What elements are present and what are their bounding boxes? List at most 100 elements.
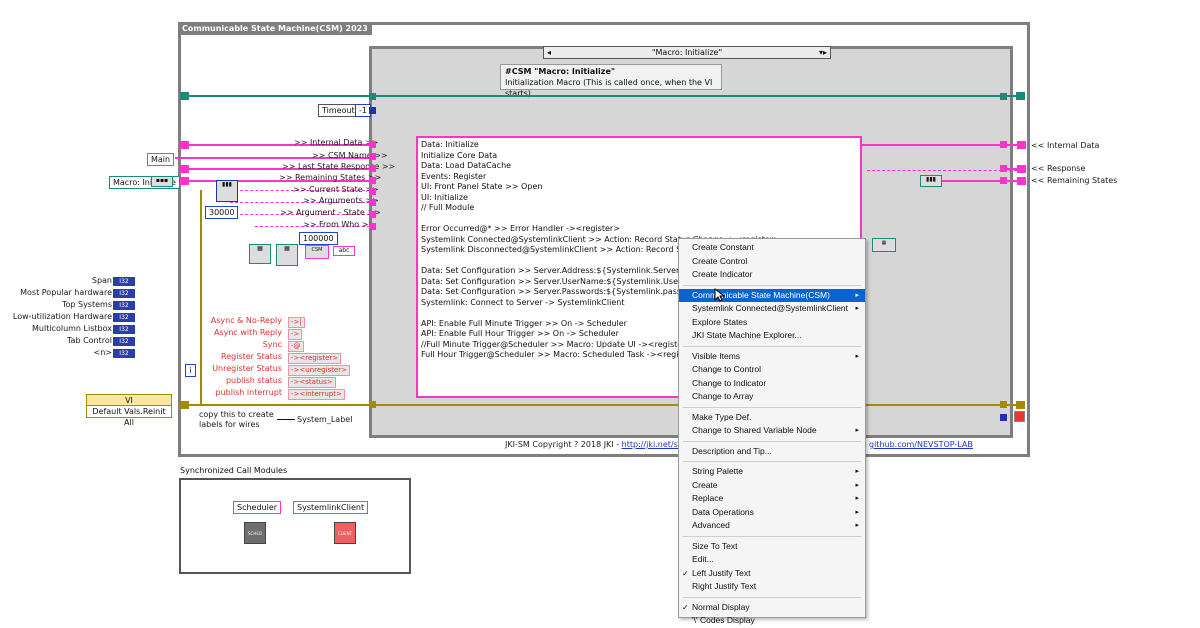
enum-terminal[interactable]: I32 <box>113 325 135 334</box>
msg-type-constant[interactable]: -><status> <box>288 377 336 388</box>
menu-jki-explorer[interactable]: JKI State Machine Explorer... <box>679 329 865 343</box>
menu-item-label: Advanced <box>692 520 730 530</box>
wire-note: copy this to create labels for wires <box>199 410 274 429</box>
msg-type-constant[interactable]: -><unregister> <box>288 365 350 376</box>
csm-node[interactable]: ▦ <box>872 238 896 252</box>
build-message-node[interactable]: ▪▪▪ <box>151 176 173 187</box>
msg-type-label: Unregister Status <box>212 364 282 373</box>
tunnel <box>369 93 376 100</box>
menu-make-type-def[interactable]: Make Type Def. <box>679 411 865 425</box>
msg-type-constant[interactable]: -@ <box>288 341 304 352</box>
menu-replace[interactable]: Replace ▸ <box>679 492 865 506</box>
menu-item-label: Make Type Def. <box>692 411 752 422</box>
menu-item-label: '\' Codes Display <box>692 615 755 625</box>
tunnel <box>1000 401 1007 408</box>
shift-register-right[interactable] <box>1017 165 1026 173</box>
menu-string-palette[interactable]: String Palette ▸ <box>679 465 865 479</box>
shift-register-right[interactable] <box>1016 92 1025 100</box>
enum-item: Top Systems <box>61 300 112 309</box>
constant-30000[interactable]: 30000 <box>205 206 239 219</box>
menu-visible-items[interactable]: Visible Items ▸ <box>679 350 865 364</box>
menu-item-label: Size To Text <box>692 540 738 551</box>
menu-create-control[interactable]: Create Control <box>679 255 865 269</box>
case-selector[interactable]: ◂ "Macro: Initialize" ▾▸ <box>543 46 831 59</box>
menu-change-to-control[interactable]: Change to Control <box>679 363 865 377</box>
menu-separator <box>683 596 861 598</box>
enum-item: Low-utilization Hardware <box>12 312 112 321</box>
menu-systemlink-connected[interactable]: Systemlink Connected@SystemlinkClient ▸ <box>679 302 865 316</box>
menu-item-label: Visible Items <box>692 350 741 361</box>
tunnel <box>369 401 376 408</box>
msg-type-constant[interactable]: -> <box>288 329 303 340</box>
menu-item-label: Left Justify Text <box>692 567 751 578</box>
scheduler-vi-icon[interactable]: SCHED <box>244 522 266 544</box>
unbundle-argument-state: >> Argument - State >> <box>280 208 381 217</box>
bundle-node[interactable]: ▮▮▮ <box>920 175 942 187</box>
tunnel <box>1000 177 1007 184</box>
unbundle-node[interactable]: ▮▮▮ <box>216 180 238 202</box>
decrement-arrow-icon[interactable]: ◂ <box>547 47 551 58</box>
menu-csm[interactable]: Communicable State Machine(CSM) ▸ <box>679 288 865 302</box>
vi-reinit-node[interactable]: VI Default Vals.Reinit All <box>86 394 172 427</box>
csm-node[interactable]: CSM <box>305 245 329 259</box>
copyright-line: JKI-SM Copyright ? 2018 JKI - http://jki… <box>505 440 686 450</box>
case-selector-label: "Macro: Initialize" <box>651 48 723 57</box>
cluster-wire <box>181 95 1021 97</box>
shift-register-right[interactable] <box>1017 177 1026 185</box>
menu-change-to-indicator[interactable]: Change to Indicator <box>679 377 865 391</box>
menu-item-label: Change to Indicator <box>692 377 767 388</box>
menu-left-justify[interactable]: ✓ Left Justify Text <box>679 567 865 581</box>
menu-item-label: Explore States <box>692 316 748 327</box>
submenu-arrow-icon: ▸ <box>855 495 859 502</box>
enum-item-list: Span Most Popular hardware Top Systems L… <box>0 276 112 360</box>
unbundle-remaining-states: >> Remaining States >> <box>279 173 382 182</box>
enum-terminal[interactable]: I32 <box>113 337 135 346</box>
msg-type-constant[interactable]: -><register> <box>288 353 342 364</box>
menu-explore-states[interactable]: Explore States <box>679 316 865 330</box>
menu-create-indicator[interactable]: Create Indicator <box>679 268 865 282</box>
stop-terminal-icon[interactable] <box>1014 411 1025 422</box>
enum-terminal[interactable]: I32 <box>113 277 135 286</box>
msg-type-label: publish status <box>225 376 282 385</box>
jki-link[interactable]: http://jki.net/sta <box>622 440 686 449</box>
menu-description-tip[interactable]: Description and Tip... <box>679 445 865 459</box>
menu-edit[interactable]: Edit... <box>679 553 865 567</box>
menu-item-label: Systemlink Connected@SystemlinkClient <box>692 303 849 313</box>
error-wire <box>181 404 1021 406</box>
menu-change-to-shared-variable[interactable]: Change to Shared Variable Node ▸ <box>679 424 865 438</box>
enum-item: <n> <box>93 348 112 357</box>
shift-register-left[interactable] <box>180 92 189 100</box>
github-link[interactable]: github.com/NEVSTOP-LAB <box>869 440 973 450</box>
systemlinkclient-vi-icon[interactable]: CLIENT <box>334 522 356 544</box>
enum-terminal[interactable]: I32 <box>113 313 135 322</box>
main-constant[interactable]: Main <box>147 153 175 166</box>
tunnel <box>1000 165 1007 172</box>
msg-type-constant[interactable]: ->| <box>288 317 305 328</box>
menu-size-to-text[interactable]: Size To Text <box>679 540 865 554</box>
msg-type-constant[interactable]: -><interrupt> <box>288 389 345 400</box>
context-menu: Create Constant Create Control Create In… <box>678 238 866 625</box>
shift-register-error[interactable] <box>1016 401 1025 409</box>
case-dropdown-icon[interactable]: ▾▸ <box>819 47 827 58</box>
shift-register-error[interactable] <box>180 401 189 409</box>
function-node[interactable]: ▦ <box>249 244 271 264</box>
menu-data-operations[interactable]: Data Operations ▸ <box>679 506 865 520</box>
menu-create[interactable]: Create ▸ <box>679 479 865 493</box>
enum-terminal[interactable]: I32 <box>113 349 135 358</box>
tunnel <box>1000 93 1007 100</box>
menu-codes-display[interactable]: '\' Codes Display <box>679 614 865 628</box>
shift-register-right[interactable] <box>1017 141 1026 149</box>
submenu-arrow-icon: ▸ <box>855 508 859 516</box>
menu-item-label: Description and Tip... <box>692 445 772 456</box>
string-node[interactable]: abc <box>333 246 355 256</box>
menu-advanced[interactable]: Advanced ▸ <box>679 519 865 533</box>
menu-change-to-array[interactable]: Change to Array <box>679 390 865 404</box>
menu-right-justify[interactable]: Right Justify Text <box>679 580 865 594</box>
constant-100000[interactable]: 100000 <box>299 232 338 245</box>
menu-separator <box>683 461 861 462</box>
menu-normal-display[interactable]: ✓ Normal Display <box>679 601 865 615</box>
enum-terminal[interactable]: I32 <box>113 301 135 310</box>
function-node[interactable]: ▦ <box>276 244 298 266</box>
menu-create-constant[interactable]: Create Constant <box>679 241 865 255</box>
enum-terminal[interactable]: I32 <box>113 289 135 298</box>
